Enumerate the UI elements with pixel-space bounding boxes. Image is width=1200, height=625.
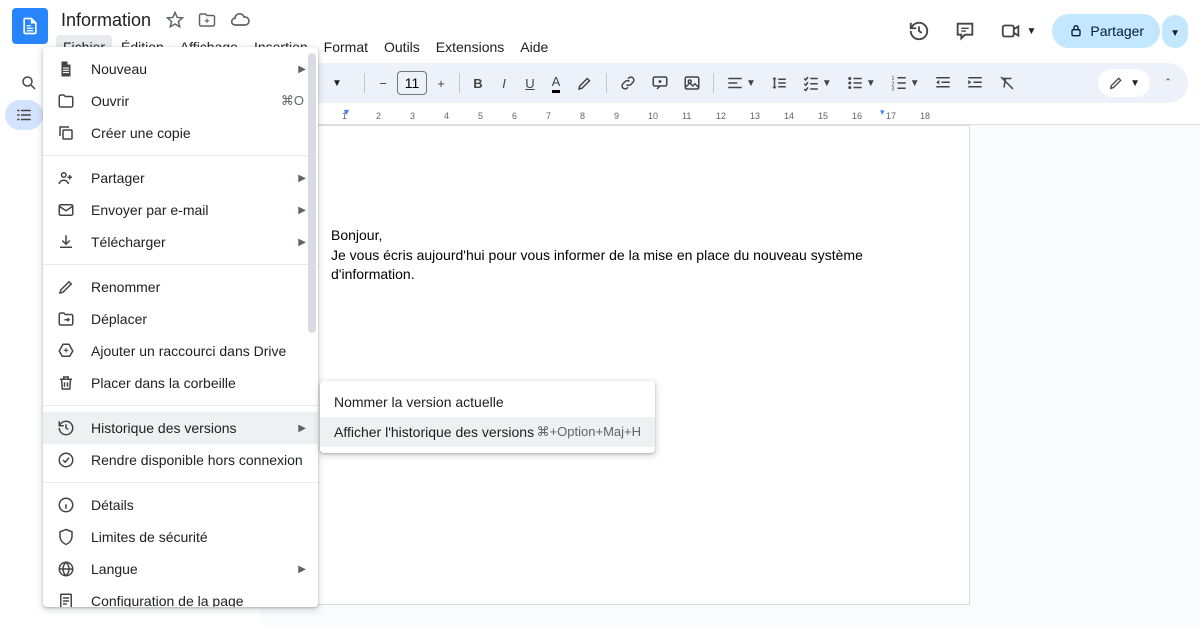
menu-version-history[interactable]: Historique des versions▶ — [43, 412, 318, 444]
menu-trash[interactable]: Placer dans la corbeille — [43, 367, 318, 399]
share-label: Partager — [1090, 23, 1144, 39]
menu-add-shortcut[interactable]: Ajouter un raccourci dans Drive — [43, 335, 318, 367]
link-icon[interactable] — [613, 68, 643, 98]
drive-shortcut-icon — [57, 342, 77, 360]
menu-rename[interactable]: Renommer — [43, 271, 318, 303]
editing-mode-button[interactable]: ▼ — [1098, 69, 1150, 97]
left-rail — [0, 100, 48, 130]
bullet-list-icon[interactable]: ▼ — [840, 68, 882, 98]
document-page[interactable]: Bonjour, Je vous écris aujourd'hui pour … — [260, 125, 970, 605]
menu-aide[interactable]: Aide — [513, 35, 555, 59]
highlight-icon[interactable] — [570, 68, 600, 98]
line-spacing-icon[interactable] — [764, 68, 794, 98]
text-line: d'information. — [331, 265, 899, 285]
outline-toggle-icon[interactable] — [5, 100, 43, 130]
comment-icon[interactable] — [645, 68, 675, 98]
chevron-right-icon: ▶ — [298, 205, 306, 216]
copy-icon — [57, 124, 77, 142]
menu-download[interactable]: Télécharger▶ — [43, 226, 318, 258]
trash-icon — [57, 374, 77, 392]
underline-icon[interactable]: U — [518, 70, 542, 97]
menu-outils[interactable]: Outils — [377, 35, 427, 59]
page-setup-icon — [57, 592, 77, 607]
submenu-show-history[interactable]: Afficher l'historique des versions⌘+Opti… — [320, 417, 655, 447]
star-icon[interactable] — [162, 7, 188, 33]
mail-icon — [57, 201, 77, 219]
share-button[interactable]: Partager — [1052, 14, 1160, 48]
chevron-right-icon: ▶ — [298, 564, 306, 575]
rename-icon — [57, 278, 77, 296]
menu-new[interactable]: Nouveau▶ — [43, 53, 318, 85]
search-menus-icon[interactable] — [14, 68, 44, 98]
history-icon[interactable] — [900, 12, 938, 50]
indent-icon[interactable] — [960, 68, 990, 98]
submenu-name-version[interactable]: Nommer la version actuelle — [320, 387, 655, 417]
text-line: Je vous écris aujourd'hui pour vous info… — [331, 246, 899, 266]
meet-button[interactable]: ▼ — [992, 14, 1044, 48]
share-icon — [57, 169, 77, 187]
folder-icon — [57, 92, 77, 110]
decrease-font-icon[interactable]: − — [371, 70, 395, 97]
menu-move[interactable]: Déplacer — [43, 303, 318, 335]
text-line: Bonjour, — [331, 226, 899, 246]
chevron-right-icon: ▶ — [298, 423, 306, 434]
document-icon — [57, 60, 77, 78]
clear-format-icon[interactable] — [992, 68, 1022, 98]
svg-text:3: 3 — [891, 87, 894, 93]
align-icon[interactable]: ▼ — [720, 68, 762, 98]
version-history-submenu: Nommer la version actuelle Afficher l'hi… — [320, 381, 655, 453]
menu-offline[interactable]: Rendre disponible hors connexion — [43, 444, 318, 476]
collapse-toolbar-icon[interactable]: ˆ — [1156, 70, 1180, 97]
image-icon[interactable] — [677, 68, 707, 98]
globe-icon — [57, 560, 77, 578]
chevron-right-icon: ▶ — [298, 173, 306, 184]
menu-open[interactable]: Ouvrir⌘O — [43, 85, 318, 117]
italic-icon[interactable]: I — [492, 70, 516, 97]
checklist-icon[interactable]: ▼ — [796, 68, 838, 98]
menu-format[interactable]: Format — [317, 35, 375, 59]
chevron-right-icon: ▶ — [298, 64, 306, 75]
cloud-status-icon[interactable] — [226, 6, 254, 34]
horizontal-ruler[interactable]: ▼ ▾ 123456789101112131415161718 — [260, 109, 1200, 125]
info-icon — [57, 496, 77, 514]
chevron-down-icon: ▼ — [1026, 26, 1036, 37]
page-area: Bonjour, Je vous écris aujourd'hui pour … — [260, 125, 1200, 625]
shield-icon — [57, 528, 77, 546]
menu-make-copy[interactable]: Créer une copie — [43, 117, 318, 149]
menu-security[interactable]: Limites de sécurité — [43, 521, 318, 553]
bold-icon[interactable]: B — [466, 70, 490, 97]
menu-language[interactable]: Langue▶ — [43, 553, 318, 585]
menu-email[interactable]: Envoyer par e-mail▶ — [43, 194, 318, 226]
offline-icon — [57, 451, 77, 469]
history-icon — [57, 419, 77, 437]
numbered-list-icon[interactable]: 123▼ — [884, 68, 926, 98]
menu-details[interactable]: Détails — [43, 489, 318, 521]
move-folder-icon[interactable] — [194, 7, 220, 33]
menu-share[interactable]: Partager▶ — [43, 162, 318, 194]
docs-logo[interactable] — [12, 8, 48, 44]
file-menu-dropdown: Nouveau▶ Ouvrir⌘O Créer une copie Partag… — [43, 47, 318, 607]
share-dropdown[interactable]: ▼ — [1162, 15, 1188, 48]
move-icon — [57, 310, 77, 328]
text-color-icon[interactable]: A — [544, 68, 568, 99]
right-indent-icon[interactable]: ▾ — [880, 107, 885, 118]
increase-font-icon[interactable]: + — [429, 70, 453, 97]
outdent-icon[interactable] — [928, 68, 958, 98]
menu-page-setup[interactable]: Configuration de la page — [43, 585, 318, 607]
chevron-right-icon: ▶ — [298, 237, 306, 248]
download-icon — [57, 233, 77, 251]
menu-extensions[interactable]: Extensions — [429, 35, 511, 59]
document-title[interactable]: Information — [56, 9, 156, 32]
font-size-input[interactable] — [397, 71, 427, 95]
header-right: ▼ Partager ▼ — [900, 6, 1188, 50]
comments-icon[interactable] — [946, 12, 984, 50]
